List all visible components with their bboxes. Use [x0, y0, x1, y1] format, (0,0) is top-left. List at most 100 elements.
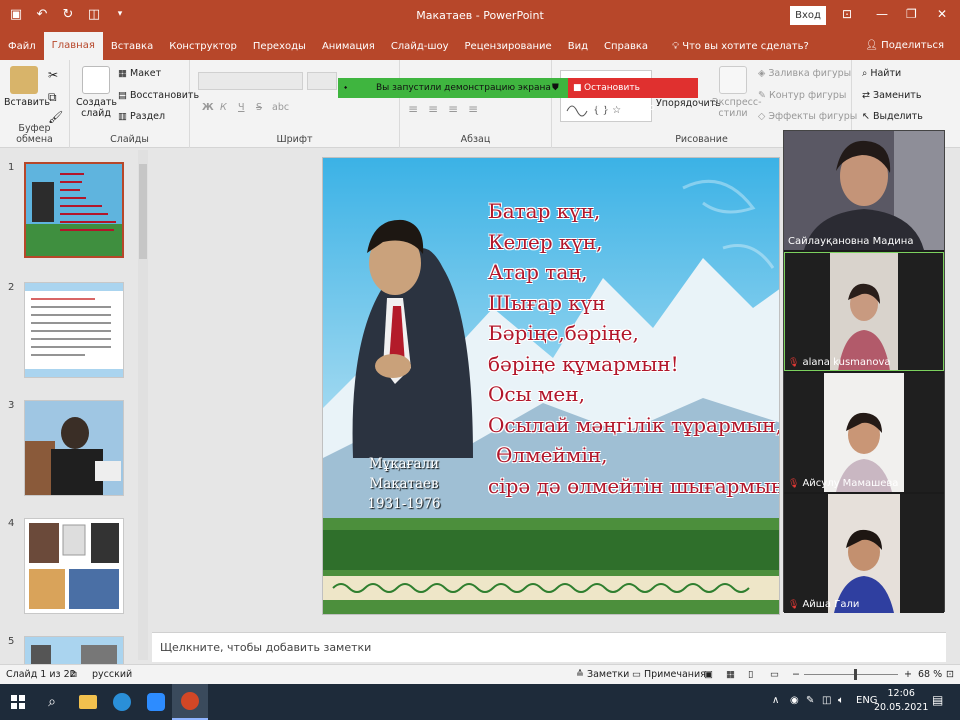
zoom-level[interactable]: 68 % [918, 669, 942, 680]
tell-me-search[interactable]: 💡︎ Что вы хотите сделать? [664, 34, 817, 60]
edge-icon[interactable] [104, 684, 140, 720]
share-label: Поделиться [881, 40, 944, 51]
strikethrough-button[interactable]: S [256, 102, 262, 113]
shape-effects-button[interactable]: ◇ Эффекты фигуры [758, 111, 857, 122]
tab-transitions[interactable]: Переходы [245, 34, 314, 60]
volume-icon[interactable]: 🔈︎ [838, 695, 844, 706]
shape-fill-label: Заливка фигуры [768, 68, 852, 79]
align-center-icon[interactable]: ≡ [428, 102, 438, 116]
layout-label: Макет [130, 68, 162, 79]
justify-icon[interactable]: ≡ [468, 102, 478, 116]
slide-thumbnail-2[interactable] [24, 282, 124, 378]
share-button[interactable]: 👤︎ Поделиться [865, 40, 944, 51]
zoom-app-icon[interactable] [138, 684, 174, 720]
zoom-in-icon[interactable]: + [904, 669, 912, 680]
powerpoint-taskbar-icon[interactable] [172, 684, 208, 720]
tray-pen-icon[interactable]: ✎ [806, 695, 814, 706]
slideshow-view-icon[interactable]: ▭ [770, 669, 779, 680]
tab-view[interactable]: Вид [560, 34, 596, 60]
new-slide-button[interactable]: Создать слайд [76, 66, 117, 119]
shape-outline-button[interactable]: ✎ Контур фигуры [758, 90, 846, 101]
canvas-scrollbar[interactable] [946, 148, 960, 632]
search-icon[interactable]: ⌕ [34, 684, 70, 720]
slide-thumbnail-4[interactable] [24, 518, 124, 614]
ribbon-display-icon[interactable]: ⊡ [842, 7, 852, 21]
comments-toggle[interactable]: ▭ Примечания [632, 669, 706, 680]
zoom-out-icon[interactable]: − [792, 669, 800, 680]
caption-years: 1931-1976 [367, 496, 441, 512]
font-name-field[interactable] [198, 72, 303, 90]
shape-outline-label: Контур фигуры [768, 90, 847, 101]
participant-tile[interactable]: 🎙︎ Айсулу Мамашева [784, 373, 944, 492]
participant-tile[interactable]: 🎙︎ Айша Гали [784, 494, 944, 613]
scrollbar-thumb[interactable] [139, 164, 147, 259]
find-button[interactable]: ⌕ Найти [862, 68, 901, 79]
notifications-icon[interactable]: ▤ [932, 693, 943, 707]
restore-icon[interactable]: ❐ [906, 7, 917, 21]
clipboard-group: Вставить ✂ ⧉ 🖌︎ Буфер обмена [0, 60, 70, 148]
muted-mic-icon: 🎙︎ [788, 479, 800, 489]
zoom-slider-thumb[interactable] [854, 669, 857, 680]
reset-button[interactable]: ▤ Восстановить [118, 90, 199, 101]
font-size-field[interactable] [307, 72, 337, 90]
tab-animations[interactable]: Анимация [314, 34, 383, 60]
replace-label: Заменить [872, 90, 922, 101]
select-button[interactable]: ↖ Выделить [862, 111, 923, 122]
tray-zoom-icon[interactable]: ◉ [790, 695, 799, 706]
file-explorer-icon[interactable] [70, 684, 106, 720]
cut-icon[interactable]: ✂ [48, 68, 58, 82]
select-label: Выделить [872, 111, 923, 122]
network-icon[interactable]: ◫ [822, 695, 831, 706]
system-clock[interactable]: 12:06 20.05.2021 [874, 687, 928, 715]
tab-home[interactable]: Главная [43, 32, 103, 60]
paste-label: Вставить [4, 97, 51, 108]
slide-thumbnail-3[interactable] [24, 400, 124, 496]
fit-slide-icon[interactable]: ⊡ [946, 669, 954, 680]
start-button[interactable] [0, 684, 36, 720]
tab-help[interactable]: Справка [596, 34, 656, 60]
minimize-icon[interactable]: — [876, 7, 888, 21]
thumbnails-scrollbar[interactable] [138, 150, 148, 660]
tab-design[interactable]: Конструктор [161, 34, 245, 60]
participant-tile[interactable]: Сайлауқановна Мадина [784, 131, 944, 250]
bold-button[interactable]: Ж [202, 102, 214, 113]
align-right-icon[interactable]: ≡ [448, 102, 458, 116]
notes-pane[interactable]: Щелкните, чтобы добавить заметки [152, 632, 946, 662]
tab-insert[interactable]: Вставка [103, 34, 161, 60]
slide-sorter-icon[interactable]: ▦ [726, 669, 735, 680]
tray-overflow-icon[interactable]: ∧ [772, 695, 779, 706]
quick-styles-button[interactable]: Экспресс-стили [712, 66, 762, 119]
shape-fill-button[interactable]: ◈ Заливка фигуры [758, 68, 851, 79]
stop-share-button[interactable]: ■ Остановить демонстрацию [568, 78, 698, 113]
paste-button[interactable]: Вставить [4, 66, 50, 108]
replace-button[interactable]: ⇄ Заменить [862, 90, 921, 101]
muted-mic-icon: 🎙︎ [788, 600, 800, 610]
participant-tile[interactable]: 🎙︎ alana kusmanova [784, 252, 944, 371]
slide-thumbnail-5[interactable] [24, 636, 124, 664]
reading-view-icon[interactable]: ▯ [748, 669, 753, 680]
slide-thumbnails-pane: 1 2 3 4 5 [0, 148, 152, 664]
notes-toggle[interactable]: ≙ Заметки [576, 669, 629, 680]
tab-review[interactable]: Рецензирование [457, 34, 560, 60]
sign-in-button[interactable]: Вход [790, 6, 826, 25]
format-painter-icon[interactable]: 🖌︎ [48, 110, 63, 124]
shadow-button[interactable]: abc [272, 102, 289, 113]
cursor-icon: ↖ [862, 111, 873, 122]
layout-button[interactable]: ▦ Макет [118, 68, 161, 79]
comments-label: Примечания [644, 669, 706, 680]
copy-icon[interactable]: ⧉ [48, 90, 57, 105]
language-indicator[interactable]: русский [92, 669, 132, 680]
section-button[interactable]: ▥ Раздел [118, 111, 165, 122]
underline-button[interactable]: Ч [238, 102, 245, 113]
current-slide[interactable]: Мұқағали Мақатаев 1931-1976 Батар күн, К… [322, 157, 780, 615]
italic-button[interactable]: К [220, 102, 227, 113]
zoom-slider[interactable] [804, 669, 898, 680]
normal-view-icon[interactable]: ▣ [704, 669, 713, 680]
thumbnail-number: 1 [8, 162, 15, 173]
tab-file[interactable]: Файл [0, 34, 44, 60]
tab-slideshow[interactable]: Слайд-шоу [383, 34, 457, 60]
slide-thumbnail-1[interactable] [24, 162, 124, 258]
close-icon[interactable]: ✕ [937, 7, 947, 21]
accessibility-icon[interactable]: ⧉ [70, 669, 77, 680]
align-left-icon[interactable]: ≡ [408, 102, 418, 116]
